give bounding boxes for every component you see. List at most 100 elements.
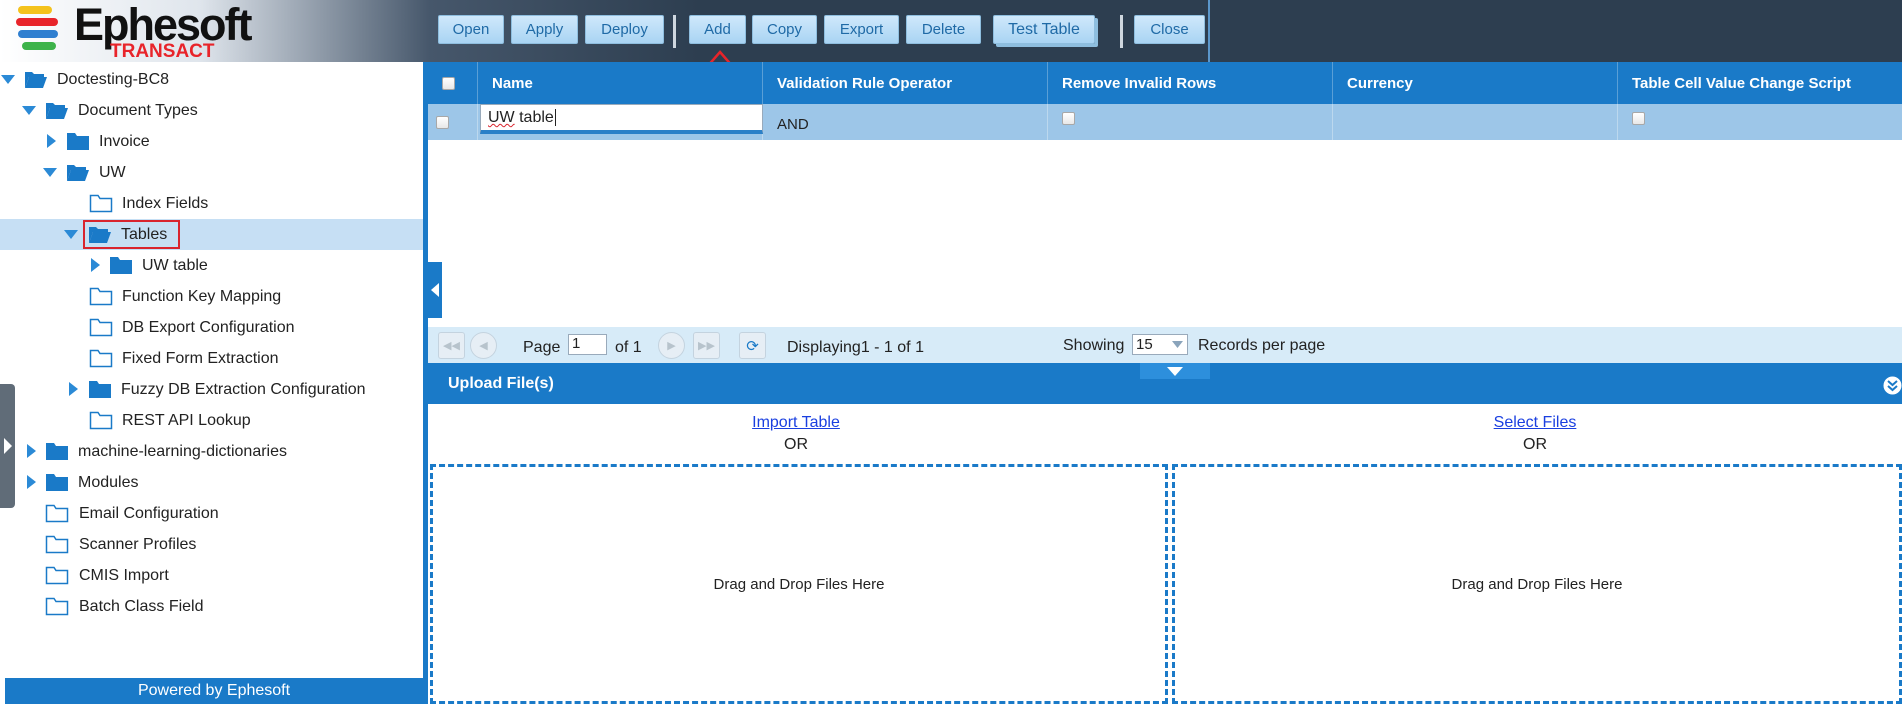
displaying-status: Displaying1 - 1 of 1 — [787, 339, 924, 356]
tree-item-invoice[interactable]: Invoice — [0, 126, 423, 157]
column-header-remove-invalid-rows[interactable]: Remove Invalid Rows — [1048, 62, 1333, 104]
tree-label: Batch Class Field — [79, 597, 204, 615]
row-checkbox[interactable] — [436, 115, 449, 129]
records-per-page-select[interactable]: 15 — [1132, 334, 1188, 355]
validation-rule-operator-cell[interactable]: AND — [763, 104, 1048, 140]
delete-button[interactable]: Delete — [906, 15, 981, 44]
expanded-arrow-icon[interactable] — [43, 166, 57, 180]
collapsed-arrow-icon[interactable] — [25, 475, 39, 489]
refresh-icon[interactable]: ⟳ — [739, 332, 766, 359]
tree-label: REST API Lookup — [122, 411, 251, 429]
name-input-rest: table — [514, 109, 554, 126]
folder-icon — [46, 474, 68, 491]
remove-invalid-rows-checkbox[interactable] — [1062, 112, 1075, 125]
folder-icon — [67, 133, 89, 150]
open-folder-icon — [25, 72, 47, 88]
collapsed-arrow-icon[interactable] — [45, 134, 59, 148]
tree-label: Fuzzy DB Extraction Configuration — [121, 380, 366, 398]
upload-collapse-tab[interactable] — [1140, 363, 1210, 379]
open-button[interactable]: Open — [438, 15, 504, 44]
tree-label: Scanner Profiles — [79, 535, 197, 553]
tree-item-index-fields[interactable]: Index Fields — [0, 188, 423, 219]
select-all-checkbox[interactable] — [442, 76, 455, 90]
import-table-header: Import Table — [428, 414, 1164, 432]
header-divider — [1208, 0, 1210, 62]
select-all-cell — [428, 62, 478, 104]
name-input[interactable]: UW table — [480, 104, 763, 134]
select-files-header: Select Files — [1168, 414, 1902, 432]
apply-button[interactable]: Apply — [511, 15, 578, 44]
page-count-label: of 1 — [615, 339, 642, 356]
tree-item-tables[interactable]: Tables — [0, 219, 423, 250]
dropzone-text: Drag and Drop Files Here — [1451, 575, 1623, 593]
expanded-arrow-icon[interactable] — [1, 73, 15, 87]
import-table-dropzone[interactable]: Drag and Drop Files Here — [430, 464, 1168, 704]
test-table-button[interactable]: Test Table — [993, 15, 1095, 44]
name-input-word: UW — [488, 109, 515, 126]
double-chevron-down-icon[interactable] — [1883, 376, 1902, 395]
tree-item-function-key-mapping[interactable]: Function Key Mapping — [0, 281, 423, 312]
select-files-link[interactable]: Select Files — [1494, 414, 1577, 431]
chevron-down-icon — [1167, 366, 1183, 376]
export-button[interactable]: Export — [824, 15, 899, 44]
remove-invalid-rows-cell — [1048, 104, 1333, 140]
currency-cell[interactable] — [1333, 104, 1618, 140]
expanded-arrow-icon[interactable] — [64, 228, 78, 242]
collapsed-arrow-icon[interactable] — [89, 258, 103, 272]
tree-label: Document Types — [78, 101, 198, 119]
page-number-input[interactable]: 1 — [568, 334, 607, 355]
folder-outline-icon — [45, 566, 69, 585]
collapsed-arrow-icon[interactable] — [25, 444, 39, 458]
expanded-arrow-icon[interactable] — [22, 104, 36, 118]
column-header-validation-rule-operator[interactable]: Validation Rule Operator — [763, 62, 1048, 104]
column-header-table-cell-value-change-script[interactable]: Table Cell Value Change Script — [1618, 62, 1902, 104]
value-change-script-checkbox[interactable] — [1632, 112, 1645, 125]
chevron-down-icon — [1172, 341, 1183, 348]
dropzone-text: Drag and Drop Files Here — [713, 575, 885, 593]
tree-item-scanner-profiles[interactable]: Scanner Profiles — [0, 529, 423, 560]
collapsed-arrow-icon[interactable] — [67, 382, 81, 396]
batch-class-tree: Doctesting-BC8 Document Types Invoice UW… — [0, 62, 423, 704]
add-button[interactable]: Add — [689, 15, 746, 44]
tree-item-document-types[interactable]: Document Types — [0, 95, 423, 126]
deploy-button[interactable]: Deploy — [585, 15, 664, 44]
import-table-link[interactable]: Import Table — [752, 414, 840, 431]
tree-item-doctesting-bc8[interactable]: Doctesting-BC8 — [0, 64, 423, 95]
table-cell-value-change-script-cell — [1618, 104, 1902, 140]
next-page-button[interactable]: ▶ — [658, 332, 685, 359]
ephesoft-logo: Ephesoft TRANSACT — [14, 0, 253, 62]
tree-item-uw[interactable]: UW — [0, 157, 423, 188]
first-page-button[interactable]: ◀◀ — [438, 332, 465, 359]
folder-icon — [110, 257, 132, 274]
select-files-dropzone[interactable]: Drag and Drop Files Here — [1172, 464, 1902, 704]
collapse-sidebar-tab[interactable] — [428, 262, 442, 318]
chevron-left-icon — [431, 283, 439, 297]
tree-label: DB Export Configuration — [122, 318, 295, 336]
folder-outline-icon — [89, 318, 113, 337]
tree-item-uw-table[interactable]: UW table — [0, 250, 423, 281]
column-header-name[interactable]: Name — [478, 62, 763, 104]
close-button[interactable]: Close — [1134, 15, 1205, 44]
column-header-currency[interactable]: Currency — [1333, 62, 1618, 104]
app-header: Ephesoft TRANSACT Open Apply Deploy Add … — [0, 0, 1902, 62]
tree-item-batch-class-field[interactable]: Batch Class Field — [0, 591, 423, 622]
tree-item-fuzzy-db-extraction-configuration[interactable]: Fuzzy DB Extraction Configuration — [0, 374, 423, 405]
tree-item-modules[interactable]: Modules — [0, 467, 423, 498]
folder-icon — [89, 381, 111, 398]
tree-label: Index Fields — [122, 194, 209, 212]
tree-item-machine-learning-dictionaries[interactable]: machine-learning-dictionaries — [0, 436, 423, 467]
tree-item-email-configuration[interactable]: Email Configuration — [0, 498, 423, 529]
tree-item-rest-api-lookup[interactable]: REST API Lookup — [0, 405, 423, 436]
previous-page-button[interactable]: ◀ — [470, 332, 497, 359]
tree-item-db-export-configuration[interactable]: DB Export Configuration — [0, 312, 423, 343]
folder-outline-icon — [89, 287, 113, 306]
showing-label: Showing — [1063, 337, 1125, 354]
tree-item-cmis-import[interactable]: CMIS Import — [0, 560, 423, 591]
powered-by-footer: Powered by Ephesoft — [5, 678, 423, 704]
toolbar-separator — [1120, 15, 1123, 48]
tree-label: Modules — [78, 473, 139, 491]
last-page-button[interactable]: ▶▶ — [693, 332, 720, 359]
tree-item-fixed-form-extraction[interactable]: Fixed Form Extraction — [0, 343, 423, 374]
copy-button[interactable]: Copy — [752, 15, 817, 44]
expand-panel-handle[interactable] — [0, 384, 15, 508]
